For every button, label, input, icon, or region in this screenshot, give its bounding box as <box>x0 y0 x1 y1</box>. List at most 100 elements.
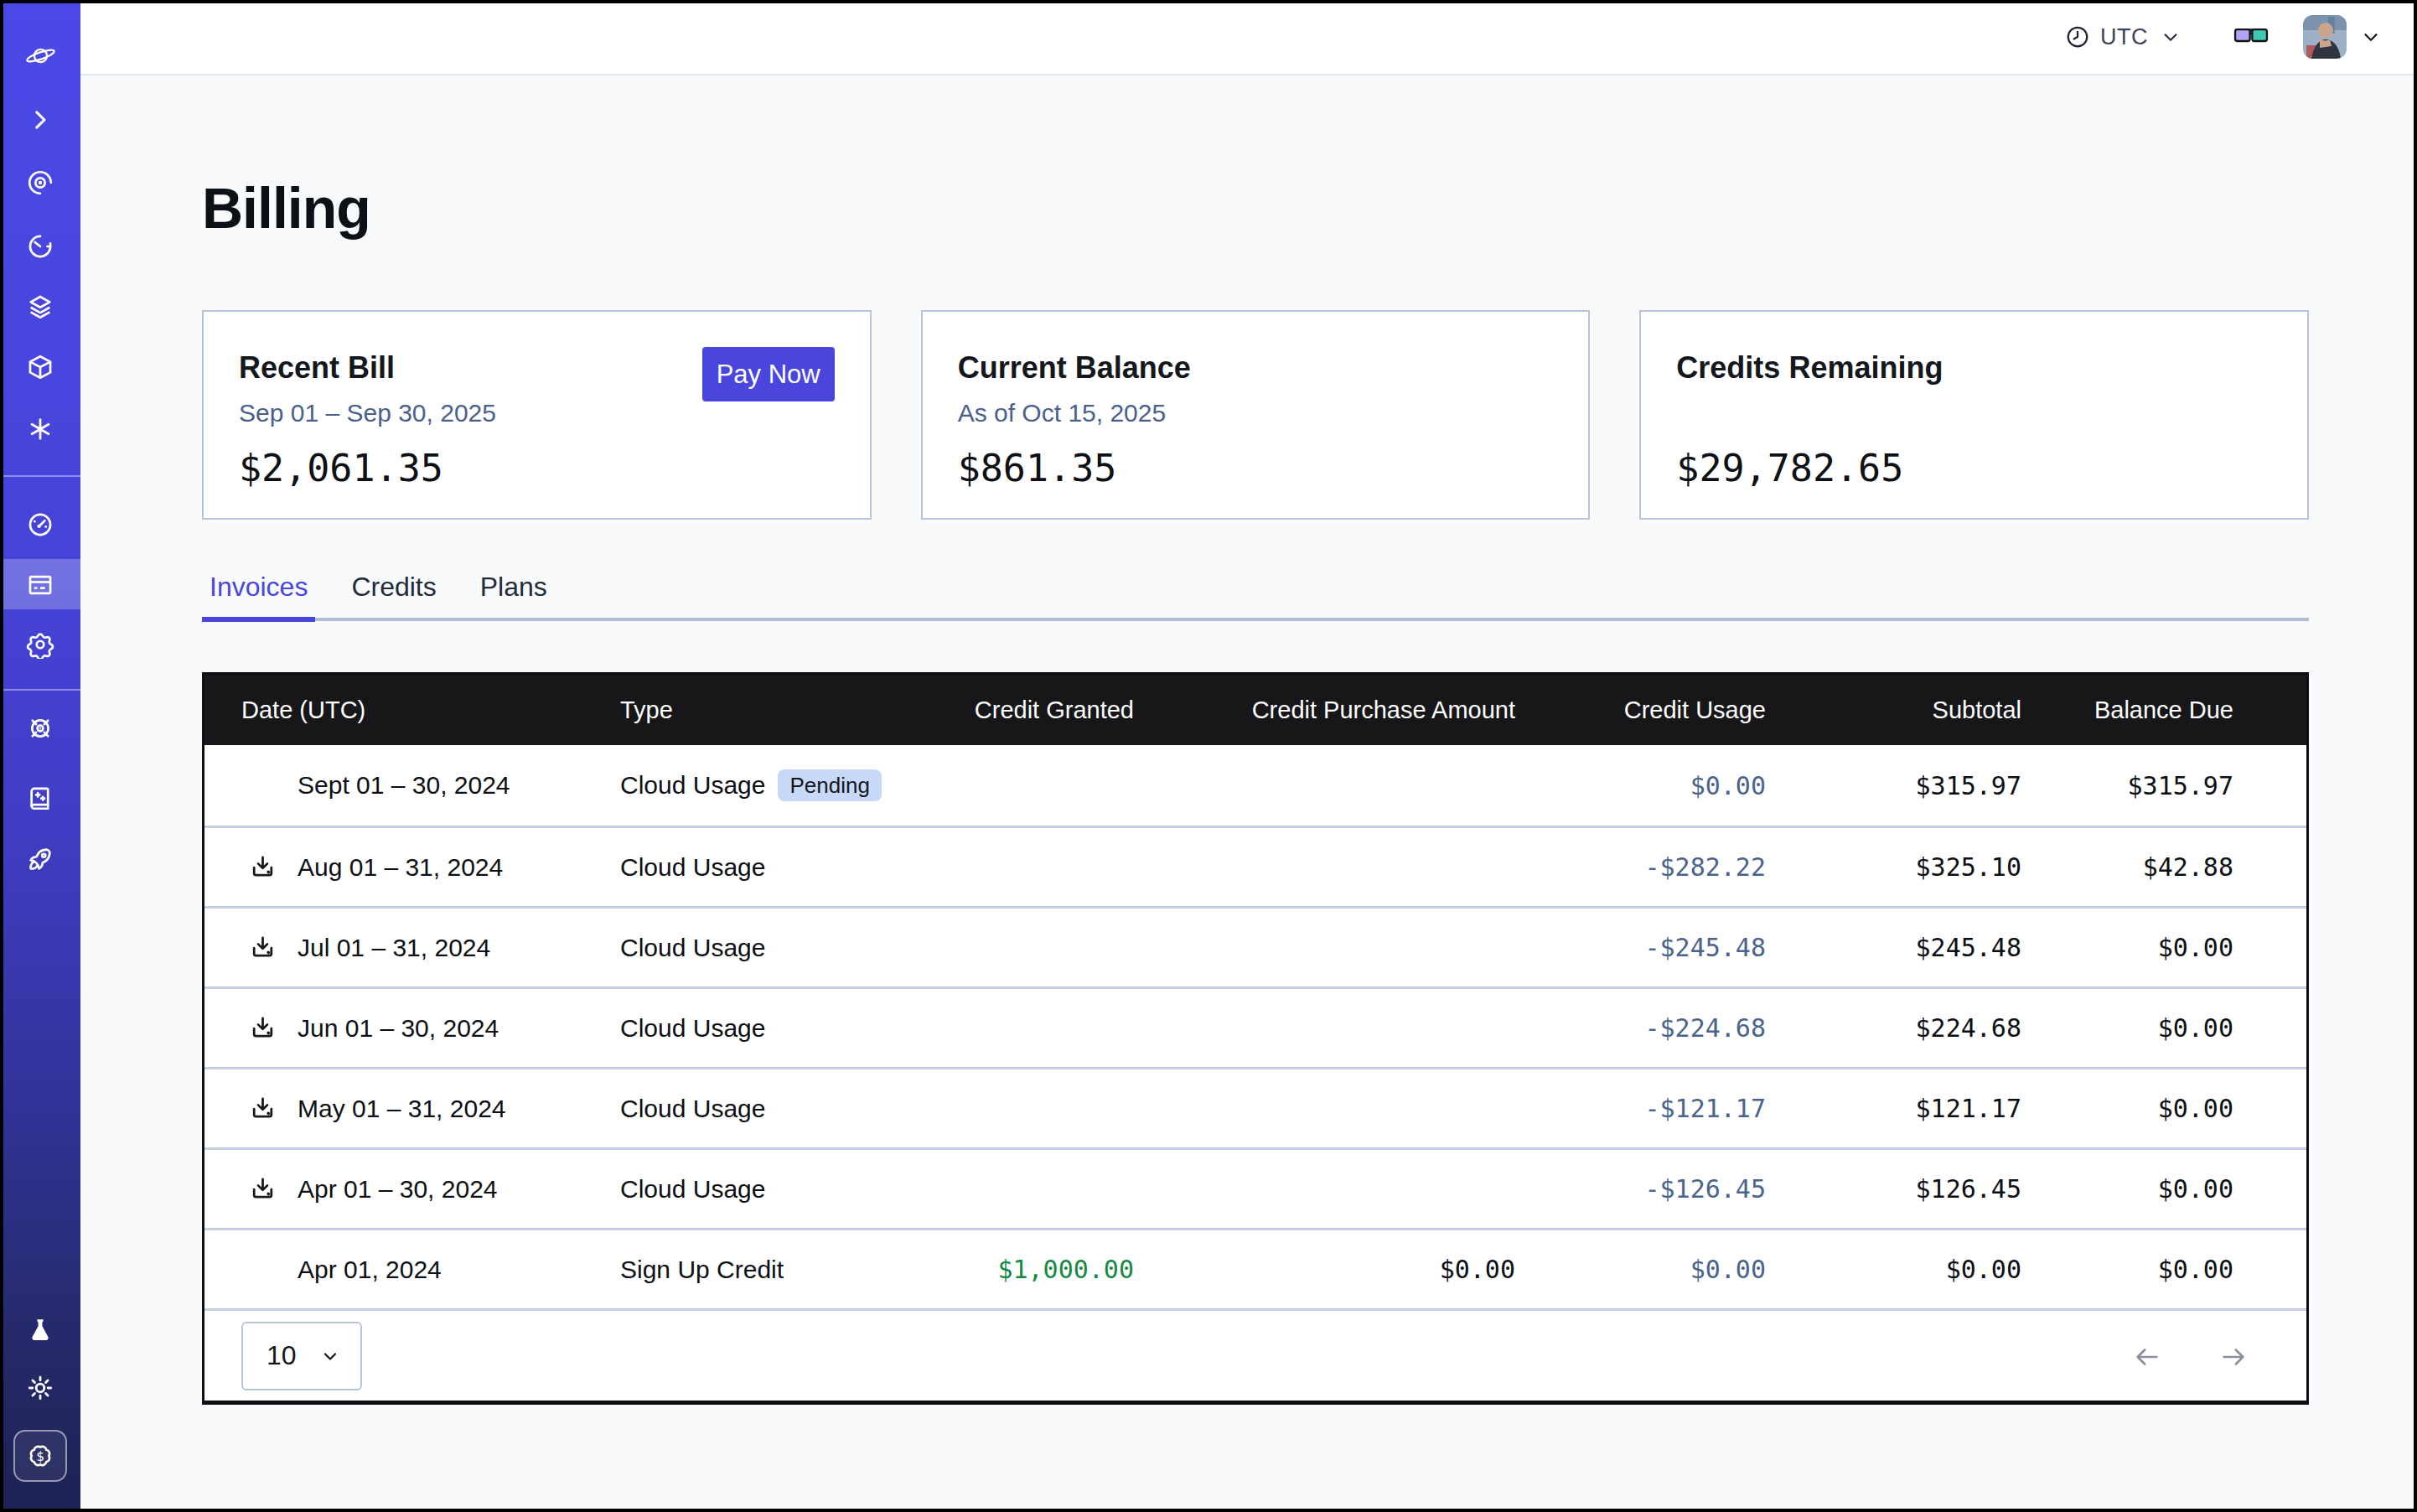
timezone-label: UTC <box>2100 24 2148 50</box>
chevron-down-icon <box>320 1346 340 1366</box>
balance-due-cell: $315.97 <box>2021 771 2307 800</box>
col-credit-purchase: Credit Purchase Amount <box>1134 696 1515 724</box>
date-cell: Sept 01 – 30, 2024 <box>204 771 620 800</box>
balance-due-cell: $0.00 <box>2021 1013 2307 1043</box>
invoice-date: Apr 01 – 30, 2024 <box>298 1175 498 1204</box>
subtotal-cell: $121.17 <box>1766 1094 2021 1123</box>
table-row: Jul 01 – 31, 2024Cloud Usage -$245.48$245… <box>204 906 2306 986</box>
invoice-type: Cloud Usage <box>620 1014 765 1043</box>
status-badge: Pending <box>778 769 881 801</box>
credit-usage-cell: $0.00 <box>1515 1255 1766 1284</box>
card-amount: $861.35 <box>958 446 1117 490</box>
cube-icon[interactable] <box>23 350 57 384</box>
chevron-right-icon[interactable] <box>23 103 57 137</box>
timer-icon[interactable] <box>23 230 57 263</box>
date-cell: Apr 01, 2024 <box>204 1256 620 1284</box>
sidebar-divider <box>0 689 80 691</box>
tab-plans[interactable]: Plans <box>473 572 555 618</box>
sun-icon[interactable] <box>23 1371 57 1405</box>
recent-bill-card: Recent Bill Sep 01 – Sep 30, 2025 $2,061… <box>202 310 872 520</box>
credit-usage-cell: $0.00 <box>1515 771 1766 800</box>
table-row: Sept 01 – 30, 2024 Cloud Usage Pending $0.0… <box>204 745 2306 826</box>
date-cell: Jun 01 – 30, 2024 <box>204 1014 620 1043</box>
card-amount: $29,782.65 <box>1676 446 1903 490</box>
invoice-type: Cloud Usage <box>620 934 765 962</box>
tab-credits[interactable]: Credits <box>344 572 443 618</box>
credit-usage-cell: -$245.48 <box>1515 933 1766 962</box>
credit-granted-cell: $1,000.00 <box>930 1255 1134 1284</box>
card-amount: $2,061.35 <box>239 446 443 490</box>
credit-usage-cell: -$121.17 <box>1515 1094 1766 1123</box>
type-cell: Cloud Usage <box>620 1014 930 1043</box>
gauge-icon[interactable] <box>23 508 57 541</box>
gear-icon[interactable] <box>23 628 57 661</box>
flask-icon[interactable] <box>23 1313 57 1347</box>
avatar[interactable] <box>2303 15 2347 59</box>
credit-usage-cell: -$282.22 <box>1515 852 1766 882</box>
date-cell: Jul 01 – 31, 2024 <box>204 934 620 962</box>
download-invoice-button[interactable] <box>249 853 277 881</box>
page-size-select[interactable]: 10 <box>241 1322 362 1390</box>
download-invoice-button[interactable] <box>249 1095 277 1122</box>
subtotal-cell: $126.45 <box>1766 1174 2021 1204</box>
credit-purchase-cell: $0.00 <box>1134 1255 1515 1284</box>
subtotal-cell: $0.00 <box>1766 1255 2021 1284</box>
summary-cards: Recent Bill Sep 01 – Sep 30, 2025 $2,061… <box>202 310 2309 520</box>
page-size-value: 10 <box>267 1340 297 1371</box>
col-subtotal: Subtotal <box>1766 696 2021 724</box>
table-row: Jun 01 – 30, 2024Cloud Usage-$224.68$224… <box>204 986 2306 1067</box>
invoice-date: Aug 01 – 31, 2024 <box>298 853 503 882</box>
sidebar-divider <box>0 475 80 477</box>
billing-tabs: Invoices Credits Plans <box>202 572 2309 621</box>
balance-due-cell: $0.00 <box>2021 933 2307 962</box>
asterisk-icon[interactable] <box>23 412 57 446</box>
prev-page-button[interactable] <box>2133 1343 2160 1370</box>
chevron-down-icon <box>2160 26 2182 48</box>
col-credit-granted: Credit Granted <box>930 696 1134 724</box>
card-subtitle: Sep 01 – Sep 30, 2025 <box>239 397 835 429</box>
type-cell: Cloud Usage <box>620 853 930 882</box>
book-sparkle-icon[interactable] <box>23 782 57 816</box>
invoice-type: Cloud Usage <box>620 1095 765 1123</box>
card-title: Current Balance <box>958 349 1554 386</box>
download-invoice-button[interactable] <box>249 1175 277 1203</box>
invoice-type: Cloud Usage <box>620 771 765 800</box>
billing-card-icon[interactable] <box>23 568 57 602</box>
table-footer: 10 <box>204 1308 2306 1401</box>
card-title: Credits Remaining <box>1676 349 2272 386</box>
invoice-date: May 01 – 31, 2024 <box>298 1095 506 1123</box>
tab-invoices[interactable]: Invoices <box>202 572 315 618</box>
layers-icon[interactable] <box>23 290 57 324</box>
timezone-selector[interactable]: UTC <box>2065 24 2182 50</box>
clock-icon <box>2065 24 2090 49</box>
type-cell: Cloud Usage <box>620 1095 930 1123</box>
main-content: Billing Recent Bill Sep 01 – Sep 30, 202… <box>80 75 2417 1512</box>
invoice-date: Jun 01 – 30, 2024 <box>298 1014 499 1043</box>
logo-planet-icon[interactable] <box>23 39 57 72</box>
download-invoice-button[interactable] <box>249 934 277 961</box>
type-cell: Cloud Usage Pending <box>620 769 930 801</box>
balance-due-cell: $0.00 <box>2021 1255 2307 1284</box>
credit-usage-cell: -$224.68 <box>1515 1013 1766 1043</box>
balance-due-cell: $0.00 <box>2021 1094 2307 1123</box>
3d-glasses-icon[interactable] <box>2232 18 2270 56</box>
pay-now-button[interactable]: Pay Now <box>702 347 835 401</box>
invoice-date: Sept 01 – 30, 2024 <box>298 771 510 800</box>
sidebar: $ <box>0 0 80 1512</box>
dollar-seal-button[interactable]: $ <box>13 1430 67 1482</box>
next-page-button[interactable] <box>2219 1343 2246 1370</box>
spiral-eye-icon[interactable] <box>23 166 57 199</box>
balance-due-cell: $0.00 <box>2021 1174 2307 1204</box>
type-cell: Cloud Usage <box>620 1175 930 1204</box>
page-title: Billing <box>202 179 2309 236</box>
svg-text:$: $ <box>36 1448 44 1464</box>
download-invoice-button[interactable] <box>249 1014 277 1042</box>
arrow-left-icon <box>2133 1343 2161 1371</box>
chevron-down-icon[interactable] <box>2360 26 2382 48</box>
rocket-icon[interactable] <box>23 842 57 876</box>
subtotal-cell: $245.48 <box>1766 933 2021 962</box>
date-cell: Aug 01 – 31, 2024 <box>204 853 620 882</box>
current-balance-card: Current Balance As of Oct 15, 2025 $861.… <box>921 310 1591 520</box>
balance-due-cell: $42.88 <box>2021 852 2307 882</box>
lifebuoy-icon[interactable] <box>23 712 57 745</box>
